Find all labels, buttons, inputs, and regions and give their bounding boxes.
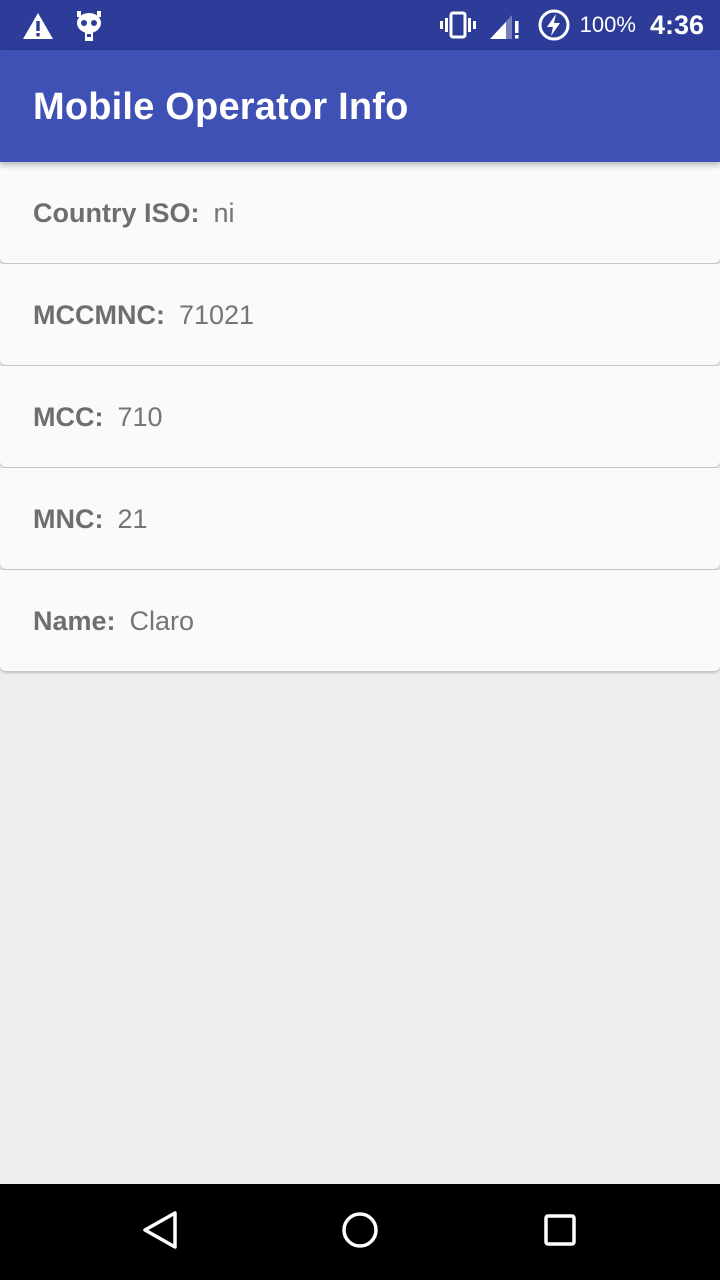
mcc-card: MCC: 710 [0,366,720,467]
name-card: Name: Claro [0,570,720,671]
mnc-label: MNC: [33,504,104,534]
battery-percentage: 100% [579,12,636,37]
mccmnc-value: 71021 [178,300,255,330]
app-bar: Mobile Operator Info [0,50,720,162]
mnc-card: MNC: 21 [0,468,720,569]
recents-button[interactable] [536,1208,584,1256]
clock: 4:36 [649,9,704,40]
operator-info-list: Country ISO: ni MCCMNC: 71021 MCC: 710 MNC:… [0,162,720,672]
cyanogen-mascot-icon [76,10,102,42]
mccmnc-label: MCCMNC: [33,300,165,330]
name-label: Name: [33,606,116,636]
country-iso-label: Country ISO: [33,198,200,228]
signal-icon [489,11,520,39]
warning-icon [22,12,54,40]
recents-icon [540,1210,580,1255]
page-title: Mobile Operator Info [33,86,409,128]
mcc-label: MCC: [33,402,104,432]
mcc-value: 710 [117,402,163,432]
country-iso-value: ni [213,198,235,228]
mnc-value: 21 [117,504,148,534]
back-button[interactable] [136,1208,184,1256]
home-icon [340,1210,380,1255]
name-value: Claro [129,606,195,636]
vibrate-icon [439,11,476,39]
status-bar: 100% 4:36 [0,0,720,50]
mccmnc-card: MCCMNC: 71021 [0,264,720,365]
navigation-bar [0,1184,720,1280]
battery-charging-icon [538,9,570,41]
home-button[interactable] [336,1208,384,1256]
back-icon [140,1210,180,1255]
country-iso-card: Country ISO: ni [0,162,720,263]
